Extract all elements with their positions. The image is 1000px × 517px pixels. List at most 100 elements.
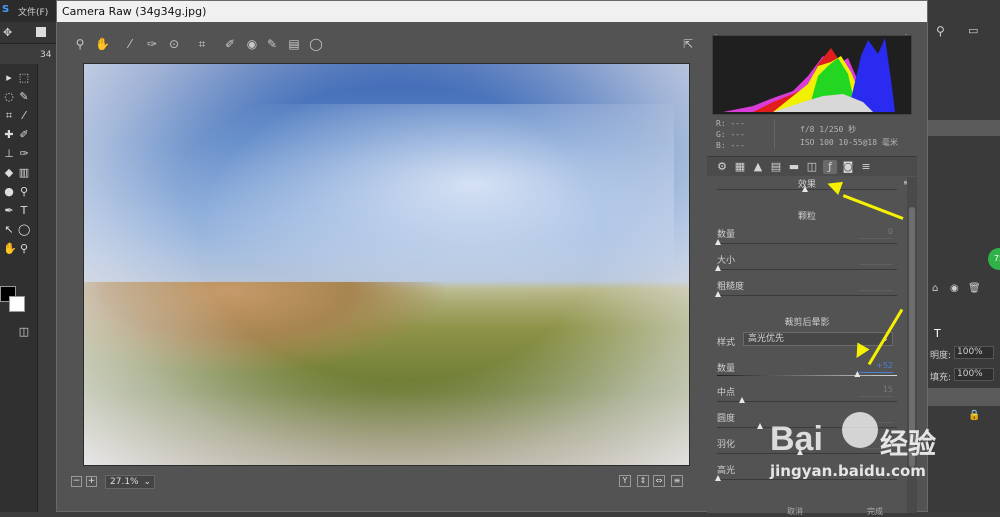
fill-label: 填充: [930, 373, 952, 383]
style-label: 样式 [717, 338, 736, 348]
presets-icon[interactable]: ≡ [859, 160, 873, 174]
crop-icon[interactable]: ⌗ [195, 37, 209, 51]
zoom-icon[interactable]: ⚲ [73, 37, 87, 51]
lock-icon[interactable]: ⌂ [932, 283, 938, 294]
eraser-tool-icon[interactable]: ◆ [3, 167, 15, 179]
dodge-tool-icon[interactable]: ⚲ [18, 186, 30, 198]
grain-roughness-value[interactable] [859, 279, 893, 291]
zoom-tool-icon[interactable]: ⚲ [18, 243, 30, 255]
style-select[interactable]: 高光优先⌄ [743, 332, 893, 346]
fill-field[interactable]: 100% [954, 368, 994, 381]
preview-settings-icon[interactable]: ≡ [671, 475, 683, 487]
basic-icon[interactable]: ⚙ [715, 160, 729, 174]
workspace-icon[interactable]: ▭ [968, 24, 978, 37]
graduated-filter-icon[interactable]: ▤ [287, 37, 301, 51]
eyedropper-tool-icon[interactable]: ⁄ [18, 110, 30, 122]
swap-icon[interactable]: ⇕ [637, 475, 649, 487]
detail-icon[interactable]: ▲ [751, 160, 765, 174]
preview-icons: Y ⇕ ⇔ ≡ [619, 475, 699, 489]
color-sampler-icon[interactable]: ✑ [145, 37, 159, 51]
camera-icon[interactable]: ◉ [950, 283, 959, 294]
midpoint-value[interactable]: 15 [859, 385, 893, 397]
zoom-level-select[interactable]: 27.1% ⌄ [105, 475, 155, 489]
toggle-fullscreen-icon[interactable]: ⇱ [681, 37, 695, 51]
crop-tool-icon[interactable]: ⌗ [3, 110, 15, 122]
adjustment-brush-icon[interactable]: ✎ [265, 37, 279, 51]
hsl-icon[interactable]: ▤ [769, 160, 783, 174]
watermark-brand: Bai [770, 420, 823, 458]
copy-settings-icon[interactable]: ⇔ [653, 475, 665, 487]
brush-tool-icon[interactable]: ✐ [18, 129, 30, 141]
grain-size-value[interactable] [859, 253, 893, 265]
grain-roughness-label: 粗糙度 [717, 282, 745, 292]
chevron-down-icon: ⌄ [143, 477, 151, 487]
grain-size-slider[interactable] [717, 269, 897, 270]
pen-tool-icon[interactable]: ✒ [3, 205, 15, 217]
stamp-tool-icon[interactable]: ⊥ [3, 148, 15, 160]
roundness-thumb[interactable] [757, 423, 763, 429]
midpoint-label: 中点 [717, 388, 736, 398]
white-balance-icon[interactable]: ⁄ [123, 37, 137, 51]
history-brush-icon[interactable]: ✑ [18, 148, 30, 160]
red-eye-icon[interactable]: ◉ [245, 37, 259, 51]
vignette-title: 裁剪后晕影 [784, 318, 830, 328]
section-divider [717, 189, 897, 190]
shape-tool-icon[interactable]: ◯ [18, 224, 30, 236]
marquee-tool-icon[interactable]: ⬚ [18, 72, 30, 84]
readout-r: R: --- [716, 119, 745, 128]
move-tool-icon[interactable]: ▸ [3, 72, 15, 84]
camera-calibration-icon[interactable]: ◙ [841, 160, 855, 174]
document-tab[interactable]: 34 [40, 50, 51, 60]
path-select-icon[interactable]: ↖ [3, 224, 15, 236]
gradient-tool-icon[interactable]: ▥ [18, 167, 30, 179]
trash-icon[interactable]: 🗑 [968, 283, 981, 294]
readout-iso: ISO 100 10-55@18 毫米 [800, 138, 898, 147]
hand-tool-icon[interactable]: ✋ [3, 243, 17, 255]
vignette-amount-slider[interactable] [717, 375, 897, 376]
before-after-icon[interactable]: Y [619, 475, 631, 487]
blur-tool-icon[interactable]: ● [3, 186, 15, 198]
readout-exposure: f/8 1/250 秒 [800, 125, 857, 134]
menu-file[interactable]: 文件(F) [18, 5, 48, 18]
grain-roughness-slider[interactable] [717, 295, 897, 296]
readout-b: B: --- [716, 141, 745, 150]
ps-logo: S [2, 4, 10, 15]
histogram-graph [723, 38, 895, 112]
type-tool-icon[interactable]: T [18, 205, 30, 217]
lasso-tool-icon[interactable]: ◌ [3, 91, 15, 103]
move-tool-icon[interactable]: ✥ [3, 26, 12, 39]
highlights-label: 高光 [717, 466, 736, 476]
grain-title: 颗粒 [797, 212, 816, 222]
healing-tool-icon[interactable]: ✚ [3, 129, 15, 141]
opacity-field[interactable]: 100% [954, 346, 994, 359]
lens-icon[interactable]: ◫ [805, 160, 819, 174]
image-preview[interactable] [83, 63, 690, 466]
grain-amount-slider[interactable] [717, 243, 897, 244]
radial-filter-icon[interactable]: ◯ [309, 37, 323, 51]
feather-label: 羽化 [717, 440, 736, 450]
spot-removal-icon[interactable]: ✐ [223, 37, 237, 51]
quick-select-icon[interactable]: ✎ [18, 91, 30, 103]
search-icon[interactable]: ⚲ [936, 24, 945, 38]
grain-amount-value[interactable]: 0 [859, 227, 893, 239]
auto-select-checkbox[interactable] [36, 27, 46, 37]
quick-mask-icon[interactable]: ◫ [18, 326, 30, 338]
paw-icon [842, 412, 878, 448]
split-toning-icon[interactable]: ▬ [787, 160, 801, 174]
opacity-label: 明度: [930, 351, 952, 361]
zoom-in-button[interactable]: + [86, 476, 97, 487]
floating-badge[interactable]: 75 [988, 248, 1000, 270]
vignette-amount-value[interactable]: +52 [859, 361, 893, 373]
vignette-amount-label: 数量 [717, 364, 736, 374]
zoom-out-button[interactable]: − [71, 476, 82, 487]
camera-raw-toolbar: ⚲ ✋ ⁄ ✑ ⊙ ⌗ ✐ ◉ ✎ ▤ ◯ ⇱ [67, 31, 699, 57]
hand-icon[interactable]: ✋ [95, 37, 110, 51]
tone-curve-icon[interactable]: ▦ [733, 160, 747, 174]
watermark-url: jingyan.baidu.com [770, 462, 926, 480]
midpoint-thumb[interactable] [739, 397, 745, 403]
panel-tabs: ⚙ ▦ ▲ ▤ ▬ ◫ ƒ ◙ ≡ [707, 156, 917, 176]
grain-size-label: 大小 [717, 256, 736, 266]
target-adjust-icon[interactable]: ⊙ [167, 37, 181, 51]
fx-icon[interactable]: ƒ [823, 160, 837, 174]
background-color-swatch[interactable] [9, 296, 25, 312]
